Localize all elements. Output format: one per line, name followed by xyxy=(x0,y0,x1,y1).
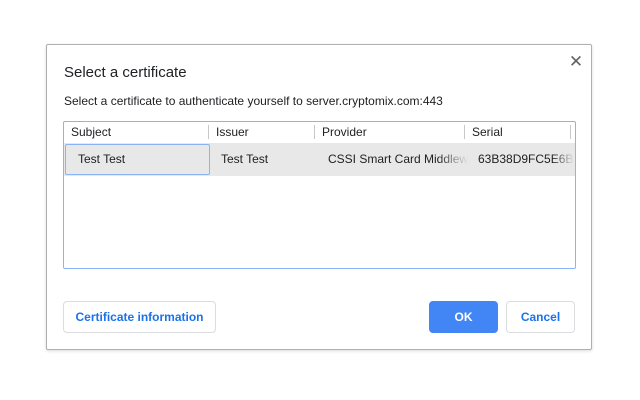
column-header-issuer[interactable]: Issuer xyxy=(209,122,315,142)
certificate-information-button[interactable]: Certificate information xyxy=(63,301,216,333)
dialog-title: Select a certificate xyxy=(64,64,187,81)
cell-subject: Test Test xyxy=(65,144,210,175)
column-header-subject[interactable]: Subject xyxy=(64,122,208,142)
column-divider[interactable] xyxy=(570,125,571,139)
table-header: Subject Issuer Provider Serial xyxy=(64,122,575,142)
cell-issuer: Test Test xyxy=(221,152,269,166)
ok-button[interactable]: OK xyxy=(429,301,498,333)
dialog-subtitle: Select a certificate to authenticate you… xyxy=(64,94,443,108)
cell-provider: CSSI Smart Card Middleware xyxy=(328,152,468,166)
close-icon[interactable]: ✕ xyxy=(567,53,585,71)
cell-serial: 63B38D9FC5E6B xyxy=(478,152,574,166)
column-header-provider[interactable]: Provider xyxy=(315,122,465,142)
certificate-table[interactable]: Subject Issuer Provider Serial Test Test… xyxy=(63,121,576,269)
cancel-button[interactable]: Cancel xyxy=(506,301,575,333)
table-row[interactable]: Test Test Test Test CSSI Smart Card Midd… xyxy=(64,143,575,176)
column-header-serial[interactable]: Serial xyxy=(465,122,571,142)
select-certificate-dialog: Select a certificate ✕ Select a certific… xyxy=(46,44,592,350)
